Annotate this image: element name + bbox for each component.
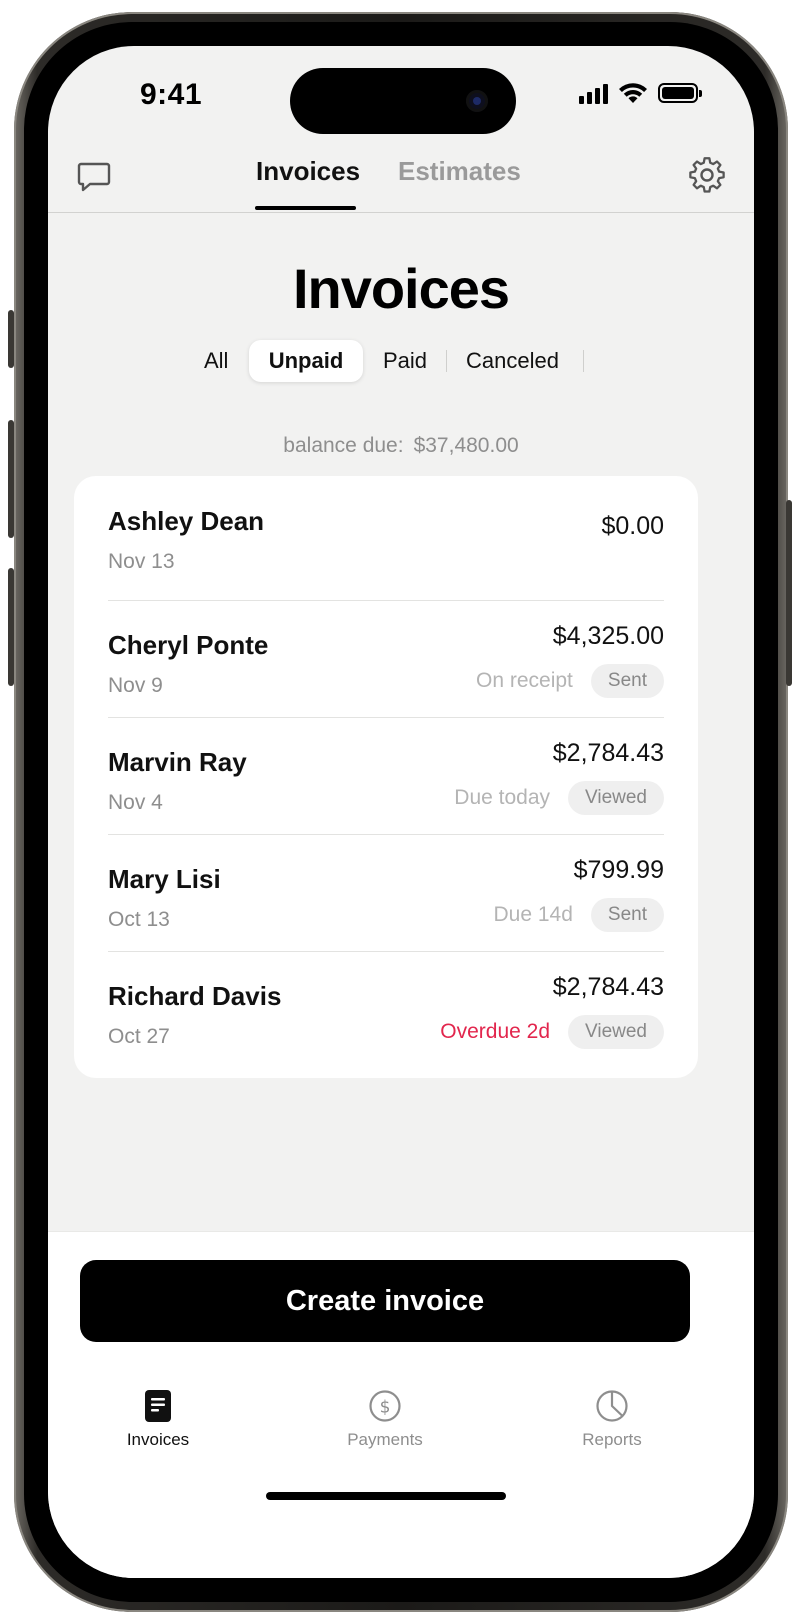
tabbar-item-payments[interactable]: $ Payments	[305, 1388, 465, 1450]
status-badge: Sent	[590, 664, 664, 698]
row-divider	[108, 717, 664, 718]
client-name: Ashley Dean	[108, 506, 265, 536]
volume-down-button	[8, 568, 14, 686]
tabbar-label: Payments	[347, 1430, 423, 1449]
status-icons	[579, 82, 702, 104]
bottom-panel: Create invoice Invoices $ Payments Repor…	[48, 1231, 754, 1578]
filter-divider	[446, 350, 447, 372]
row-divider	[108, 951, 664, 952]
invoice-date: Nov 4	[108, 791, 163, 814]
balance-amount: $37,480.00	[413, 434, 519, 457]
invoice-date: Nov 9	[108, 674, 163, 697]
tabbar-item-invoices[interactable]: Invoices	[78, 1388, 238, 1450]
invoice-amount: $2,784.43	[552, 739, 664, 767]
invoice-amount: $799.99	[573, 856, 664, 884]
client-name: Marvin Ray	[108, 747, 247, 777]
document-icon	[78, 1388, 238, 1424]
filter-segment: All Unpaid Paid Canceled	[48, 340, 754, 384]
due-text: Due today	[454, 786, 551, 809]
filter-divider	[583, 350, 584, 372]
invoice-amount: $4,325.00	[552, 622, 664, 650]
invoice-date: Oct 13	[108, 908, 170, 931]
invoice-list: Ashley Dean Nov 13 $0.00 Cheryl Ponte No…	[74, 476, 698, 1078]
invoice-meta: Overdue 2d Viewed	[440, 1015, 664, 1049]
camera-icon	[466, 90, 488, 112]
row-divider	[108, 600, 664, 601]
pie-chart-icon	[532, 1388, 692, 1424]
invoice-row[interactable]: Mary Lisi Oct 13 $799.99 Due 14d Sent	[108, 834, 664, 951]
filter-unpaid[interactable]: Unpaid	[249, 340, 363, 382]
tab-estimates[interactable]: Estimates	[398, 156, 521, 187]
page-title: Invoices	[292, 257, 510, 320]
row-divider	[108, 834, 664, 835]
invoice-row[interactable]: Marvin Ray Nov 4 $2,784.43 Due today Vie…	[108, 717, 664, 834]
battery-icon	[658, 83, 702, 103]
filter-canceled[interactable]: Canceled	[466, 340, 559, 382]
power-button	[786, 500, 792, 686]
tabbar-item-reports[interactable]: Reports	[532, 1388, 692, 1450]
client-name: Cheryl Ponte	[108, 630, 269, 660]
tabbar-label: Reports	[582, 1430, 642, 1449]
status-time: 9:41	[140, 78, 203, 111]
tabbar-label: Invoices	[126, 1430, 190, 1449]
status-badge: Viewed	[568, 781, 664, 815]
volume-up-button	[8, 420, 14, 538]
invoice-row[interactable]: Richard Davis Oct 27 $2,784.43 Overdue 2…	[108, 951, 664, 1068]
invoice-amount: $2,784.43	[552, 973, 664, 1001]
invoice-row[interactable]: Cheryl Ponte Nov 9 $4,325.00 On receipt …	[108, 600, 664, 717]
invoice-date: Oct 27	[108, 1025, 170, 1048]
wifi-icon	[619, 83, 647, 103]
tab-underline	[255, 206, 356, 210]
status-badge: Sent	[590, 898, 664, 932]
client-name: Richard Davis	[108, 981, 282, 1011]
due-text: On receipt	[476, 669, 573, 692]
due-text: Due 14d	[493, 903, 573, 926]
filter-all[interactable]: All	[204, 340, 228, 382]
filter-paid[interactable]: Paid	[383, 340, 427, 382]
status-badge: Viewed	[568, 1015, 664, 1049]
client-name: Mary Lisi	[108, 864, 221, 894]
create-invoice-button[interactable]: Create invoice	[80, 1260, 690, 1342]
cellular-signal-icon	[579, 82, 608, 104]
dynamic-island	[290, 68, 516, 134]
home-indicator[interactable]	[266, 1492, 506, 1500]
invoice-meta: On receipt Sent	[476, 664, 664, 698]
invoice-row[interactable]: Ashley Dean Nov 13 $0.00	[108, 476, 664, 593]
invoice-amount: $0.00	[601, 512, 664, 540]
invoice-meta: Due today Viewed	[454, 781, 664, 815]
invoice-meta: Due 14d Sent	[493, 898, 664, 932]
action-button	[8, 310, 14, 368]
chat-icon[interactable]	[76, 158, 112, 199]
svg-text:$: $	[380, 1398, 391, 1418]
top-nav: Invoices Estimates	[48, 146, 754, 213]
invoice-date: Nov 13	[108, 550, 175, 573]
dollar-circle-icon: $	[305, 1388, 465, 1424]
gear-icon[interactable]	[688, 156, 726, 199]
overdue-text: Overdue 2d	[440, 1020, 551, 1043]
balance-due: balance due: $37,480.00	[48, 434, 754, 458]
tab-invoices[interactable]: Invoices	[256, 156, 360, 187]
screen: 9:41 Invoices Estimates Invoices All Unp…	[48, 46, 754, 1578]
balance-label: balance due:	[283, 434, 404, 457]
